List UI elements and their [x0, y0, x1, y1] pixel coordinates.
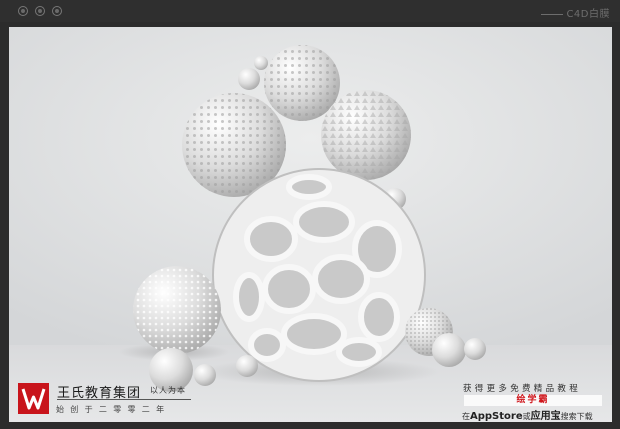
company-founded: 始创于二零零二年 — [56, 405, 171, 414]
small-ball-2 — [254, 56, 268, 70]
title-dash — [541, 13, 564, 15]
alt-store-name: 应用宝 — [530, 411, 561, 422]
small-ball-8 — [236, 355, 258, 377]
spiky-sphere-left-texture — [133, 266, 221, 354]
company-divider — [57, 399, 191, 400]
title-bar: C4D白膜 — [0, 0, 620, 22]
star-sphere-right-texture — [321, 90, 411, 180]
window-title: C4D白膜 — [566, 9, 610, 20]
perforated-sphere-top-texture — [264, 45, 340, 121]
close-icon[interactable] — [18, 6, 28, 16]
render-canvas: 王氏教育集团 以人为本 始创于二零零二年 获得更多免费精品教程 绘学霸 在App… — [9, 27, 612, 422]
company-logo — [18, 383, 49, 414]
store-name: AppStore — [470, 411, 523, 422]
store-suffix: 搜索下载 — [560, 412, 593, 421]
app-window: C4D白膜 王氏教育集团 以人为本 始创于二零零二年 获得更多免费精品教程 绘学… — [0, 0, 620, 429]
small-ball-7 — [194, 364, 216, 386]
promo-headline: 获得更多免费精品教程 — [463, 384, 582, 394]
render-scene — [9, 27, 612, 422]
small-ball-4 — [432, 333, 466, 367]
minimize-icon[interactable] — [35, 6, 45, 16]
promo-store-line: 在AppStore或应用宝搜索下载 — [462, 407, 593, 422]
zoom-icon[interactable] — [52, 6, 62, 16]
small-ball-5 — [464, 338, 486, 360]
small-ball-1 — [238, 68, 260, 90]
w-logo-icon — [21, 388, 46, 410]
store-prefix: 在 — [462, 412, 470, 421]
promo-brand: 绘学霸 — [464, 395, 602, 406]
company-motto: 以人为本 — [150, 386, 186, 395]
store-or: 或 — [522, 412, 531, 421]
window-title-group: C4D白膜 — [541, 5, 610, 20]
